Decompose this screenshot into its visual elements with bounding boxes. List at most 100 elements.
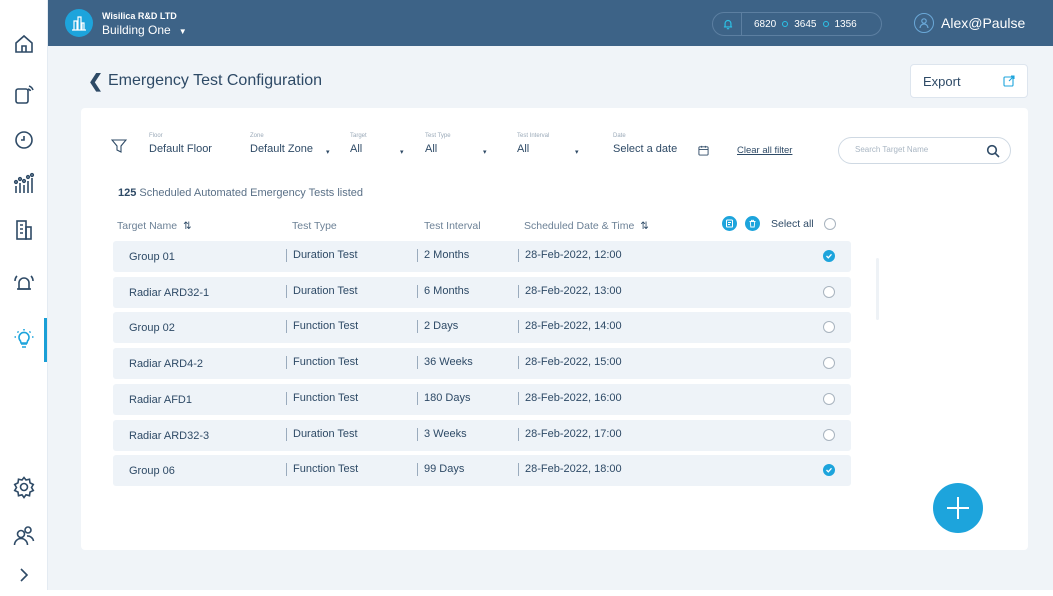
test-type-cell: Function Test — [286, 463, 358, 477]
column-header-target-name[interactable]: Target Name ⇅ — [117, 220, 192, 232]
row-select-radio-checked[interactable] — [823, 250, 835, 262]
test-interval-cell: 99 Days — [417, 463, 464, 477]
home-icon[interactable] — [10, 30, 38, 58]
table-row[interactable]: Radiar ARD4-2 Function Test 36 Weeks 28-Feb… — [113, 348, 851, 380]
test-type-cell: Duration Test — [286, 284, 358, 298]
caret-down-icon: ▾ — [575, 149, 579, 156]
table-row[interactable]: Radiar ARD32-3 Duration Test 3 Weeks 28-Feb… — [113, 419, 851, 451]
zone-filter[interactable]: Zone Default Zone ▾ — [250, 133, 330, 157]
select-all-radio[interactable] — [824, 218, 836, 230]
clock-icon[interactable] — [10, 126, 38, 154]
target-name-cell: Radiar ARD32-3 — [129, 429, 210, 442]
table-row[interactable]: Radiar AFD1 Function Test 180 Days 28-Feb-2… — [113, 383, 851, 415]
filter-label: Test Type — [425, 133, 451, 139]
org-name: Wisilica R&D LTD — [102, 11, 177, 21]
scrollbar[interactable] — [876, 258, 879, 320]
org-logo-icon — [65, 9, 93, 37]
target-name-cell: Radiar ARD32-1 — [129, 286, 210, 299]
settings-icon[interactable] — [10, 473, 38, 501]
main-content: ❮ Emergency Test Configuration Export Fl… — [48, 46, 1053, 590]
caret-down-icon: ▾ — [326, 149, 330, 156]
test-type-cell: Duration Test — [286, 427, 358, 441]
column-header-test-type: Test Type — [292, 220, 337, 232]
page-title: Emergency Test Configuration — [108, 72, 323, 89]
users-icon[interactable] — [10, 522, 38, 550]
scheduled-datetime-cell: 28-Feb-2022, 18:00 — [518, 463, 622, 477]
row-select-radio[interactable] — [823, 428, 835, 441]
target-name-cell: Group 02 — [129, 322, 175, 335]
filter-value: All — [425, 143, 438, 155]
filter-value: Default Floor — [149, 143, 212, 155]
column-label: Test Type — [292, 220, 337, 232]
bell-icon — [723, 19, 733, 30]
delete-icon[interactable] — [745, 216, 760, 231]
test-interval-filter[interactable]: Test Interval All ▾ — [517, 133, 579, 157]
calendar-icon[interactable] — [698, 145, 709, 156]
test-interval-cell: 2 Days — [417, 320, 458, 334]
table-row[interactable]: Group 01 Duration Test 2 Months 28-Feb-2022… — [113, 241, 851, 272]
lightbulb-icon[interactable] — [10, 325, 38, 353]
export-label: Export — [923, 73, 961, 89]
plus-icon — [947, 497, 969, 519]
table-row[interactable]: Group 06 Function Test 99 Days 28-Feb-2022,… — [113, 455, 851, 487]
target-name-cell: Radiar AFD1 — [129, 393, 192, 406]
test-type-cell: Function Test — [286, 391, 358, 405]
analytics-icon[interactable] — [10, 170, 38, 198]
scheduled-datetime-cell: 28-Feb-2022, 15:00 — [518, 356, 622, 370]
column-header-scheduled-date[interactable]: Scheduled Date & Time ⇅ — [524, 220, 649, 232]
select-all-label[interactable]: Select all — [771, 218, 814, 230]
search-box — [838, 137, 1011, 164]
alert-bell-icon[interactable] — [10, 270, 38, 298]
filter-value: Default Zone — [250, 143, 313, 155]
search-icon[interactable] — [986, 144, 1000, 158]
target-filter[interactable]: Target All ▾ — [350, 133, 404, 157]
column-label: Test Interval — [424, 220, 481, 232]
test-interval-cell: 2 Months — [417, 249, 469, 262]
device-signal-icon[interactable] — [10, 80, 38, 108]
test-interval-cell: 36 Weeks — [417, 356, 473, 370]
user-name: Alex@Paulse — [941, 15, 1026, 31]
back-arrow-icon[interactable]: ❮ — [88, 71, 103, 92]
column-label: Scheduled Date & Time — [524, 220, 635, 232]
table-row[interactable]: Group 02 Function Test 2 Days 28-Feb-2022, … — [113, 312, 851, 344]
user-avatar-icon — [914, 13, 934, 33]
row-select-radio[interactable] — [823, 285, 835, 298]
row-select-radio[interactable] — [823, 357, 835, 370]
filter-icon[interactable] — [111, 138, 127, 154]
building-icon[interactable] — [10, 216, 38, 244]
sort-icon[interactable]: ⇅ — [183, 221, 191, 232]
edit-icon[interactable] — [722, 216, 737, 231]
test-type-cell: Function Test — [286, 320, 358, 334]
export-button[interactable]: Export — [910, 64, 1028, 98]
results-text: Scheduled Automated Emergency Tests list… — [139, 187, 364, 199]
row-select-radio-checked[interactable] — [823, 464, 835, 477]
filter-label: Test Interval — [517, 133, 550, 139]
column-header-test-interval: Test Interval — [424, 220, 481, 232]
floor-filter[interactable]: Floor Default Floor — [149, 133, 212, 157]
column-label: Target Name — [117, 220, 178, 232]
tests-card: Floor Default Floor Zone Default Zone ▾ … — [81, 108, 1028, 550]
building-selector[interactable]: Building One ▼ — [102, 23, 187, 37]
filter-label: Floor — [149, 133, 163, 139]
device-stats[interactable]: 6820 3645 1356 — [712, 12, 882, 36]
table-row[interactable]: Radiar ARD32-1 Duration Test 6 Months 28-Fe… — [113, 276, 851, 308]
target-name-cell: Radiar ARD4-2 — [129, 358, 203, 371]
user-menu[interactable]: Alex@Paulse — [914, 13, 1025, 33]
row-select-radio[interactable] — [823, 321, 835, 334]
test-type-filter[interactable]: Test Type All ▾ — [425, 133, 487, 157]
row-select-radio[interactable] — [823, 392, 835, 405]
scheduled-datetime-cell: 28-Feb-2022, 16:00 — [518, 391, 622, 405]
sort-icon[interactable]: ⇅ — [640, 221, 648, 232]
date-filter[interactable]: Date Select a date — [613, 133, 677, 157]
scheduled-datetime-cell: 28-Feb-2022, 14:00 — [518, 320, 622, 334]
add-test-button[interactable] — [933, 483, 983, 533]
test-type-cell: Duration Test — [286, 249, 358, 262]
test-type-cell: Function Test — [286, 356, 358, 370]
clear-all-filter-link[interactable]: Clear all filter — [737, 145, 792, 156]
results-summary: 125 Scheduled Automated Emergency Tests … — [118, 187, 363, 199]
scheduled-datetime-cell: 28-Feb-2022, 17:00 — [518, 427, 622, 441]
search-input[interactable] — [855, 145, 975, 154]
filter-label: Zone — [250, 133, 264, 139]
sidebar — [0, 0, 48, 590]
expand-chevron-icon[interactable] — [10, 561, 38, 589]
